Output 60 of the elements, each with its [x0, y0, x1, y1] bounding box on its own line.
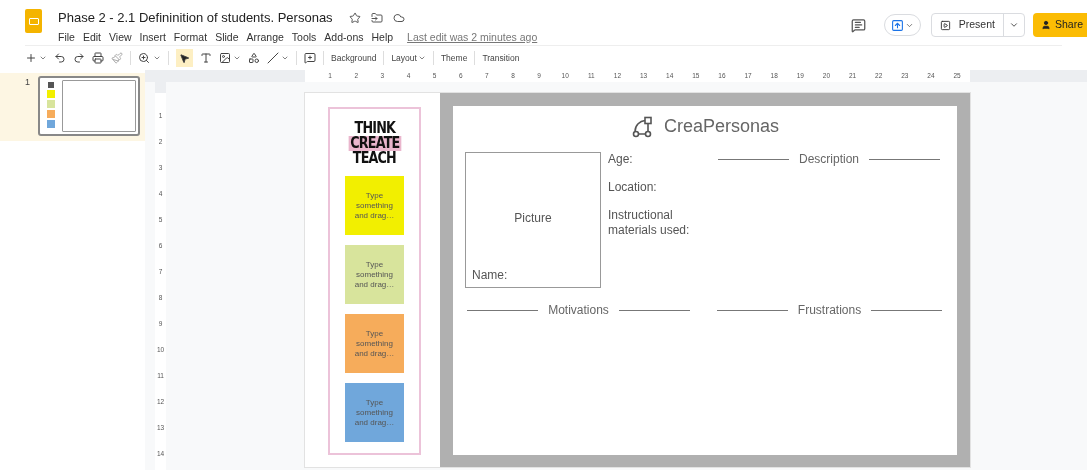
caret-icon[interactable] — [39, 54, 47, 62]
field-label: Location: — [608, 180, 658, 195]
image-icon[interactable] — [219, 52, 231, 64]
menu-item[interactable]: Format — [173, 29, 208, 46]
menu-item[interactable]: Tools — [291, 29, 317, 46]
star-icon[interactable] — [348, 11, 361, 24]
person-icon — [1040, 20, 1051, 30]
menu-item[interactable]: View — [109, 29, 132, 46]
toolbar-button[interactable]: Theme — [440, 51, 468, 65]
logo-word: CREATE — [348, 136, 401, 151]
menu-item[interactable]: Edit — [82, 29, 101, 46]
folder-icon[interactable] — [370, 11, 383, 24]
menu-item[interactable]: Slide — [215, 29, 239, 46]
slide-number: 1 — [25, 76, 30, 89]
menu-item[interactable]: Help — [371, 29, 394, 46]
section-heading: Description — [799, 151, 859, 168]
menu-item[interactable]: Arrange — [246, 29, 284, 46]
caret-icon[interactable] — [153, 54, 161, 62]
logo-word: TEACH — [351, 151, 397, 166]
text-box-icon[interactable] — [200, 52, 212, 64]
name-label: Name: — [472, 267, 509, 284]
toolbar-button[interactable]: Transition — [482, 51, 520, 65]
comments-icon[interactable] — [850, 17, 866, 33]
select-tool-button[interactable] — [176, 49, 193, 67]
menu-item[interactable]: Insert — [139, 29, 166, 46]
sticky-note[interactable]: Type something and drag… — [345, 245, 404, 304]
new-slide-icon — [890, 18, 904, 32]
print-icon[interactable] — [92, 52, 104, 64]
field-label: Instructional materials used: — [608, 208, 691, 238]
field-label: Age: — [608, 152, 634, 167]
caret-icon[interactable] — [281, 54, 289, 62]
caret-icon[interactable] — [233, 54, 241, 62]
caret-icon[interactable] — [1008, 20, 1019, 30]
picture-label: Picture — [513, 210, 553, 227]
toolbar-button[interactable]: Layout — [391, 51, 426, 65]
section-heading: Motivations — [548, 302, 609, 319]
menu-item[interactable]: File — [58, 29, 75, 46]
slide-thumbnail[interactable] — [38, 76, 140, 136]
last-edit-link[interactable]: Last edit was 2 minutes ago — [407, 29, 538, 46]
present-icon — [939, 19, 951, 31]
card-title: CreaPersonas — [664, 116, 780, 136]
sticky-note[interactable]: Type something and drag… — [345, 176, 404, 235]
cloud-icon[interactable] — [392, 11, 405, 24]
caret-icon — [417, 54, 426, 62]
logo-word: THINK — [354, 121, 396, 136]
share-button[interactable]: Share — [1032, 13, 1087, 37]
add-icon[interactable] — [25, 52, 37, 64]
shapes-icon[interactable] — [248, 52, 260, 64]
flowchart-icon — [632, 116, 654, 138]
redo-icon[interactable] — [73, 52, 85, 64]
line-icon[interactable] — [267, 52, 279, 64]
document-title[interactable]: Phase 2 - 2.1 Defininition of students. Personas — [58, 8, 333, 28]
undo-icon[interactable] — [54, 52, 66, 64]
sticky-note[interactable]: Type something and drag… — [345, 314, 404, 373]
menu-item[interactable]: Add-ons — [324, 29, 364, 46]
zoom-icon[interactable] — [138, 52, 150, 64]
add-comment-icon[interactable] — [304, 52, 316, 64]
toolbar-button[interactable]: Background — [331, 51, 377, 65]
pointer-icon — [179, 52, 190, 64]
section-heading: Frustrations — [797, 302, 862, 319]
